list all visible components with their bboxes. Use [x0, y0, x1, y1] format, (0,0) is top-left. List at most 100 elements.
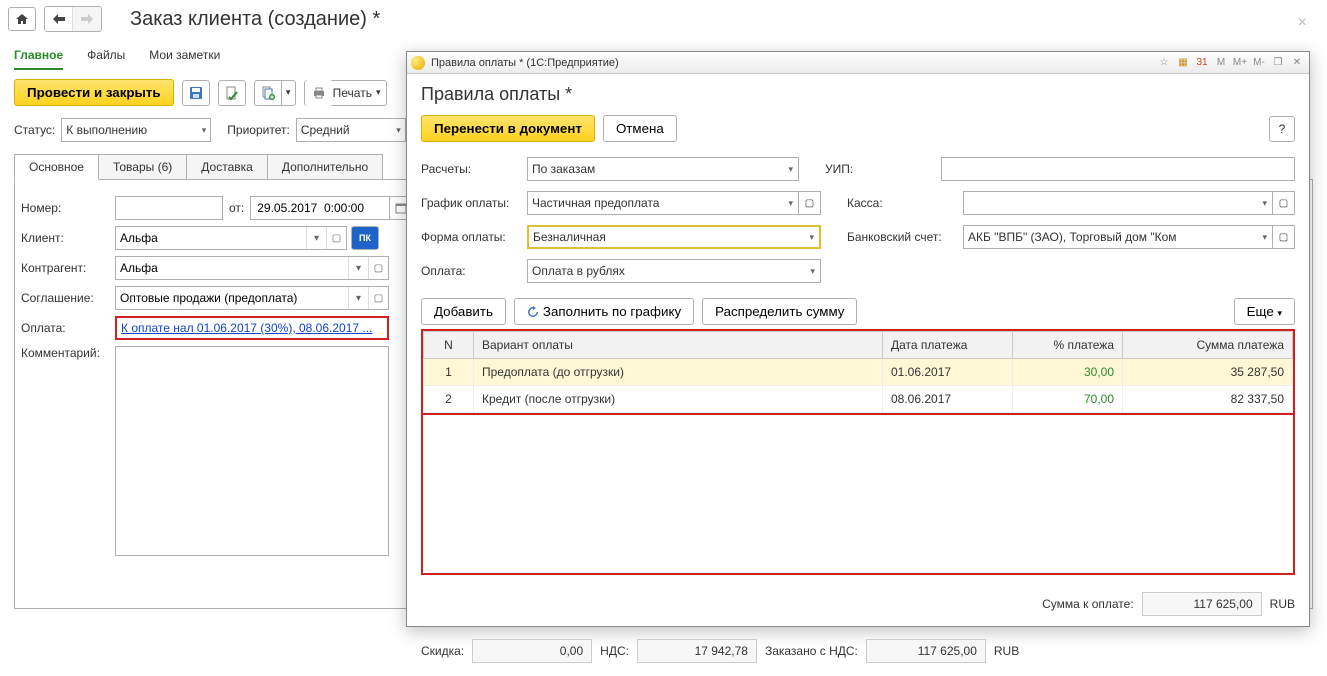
col-variant[interactable]: Вариант оплаты — [474, 332, 883, 359]
save-button[interactable] — [182, 80, 210, 106]
window-close-icon[interactable]: ✕ — [1289, 55, 1305, 71]
kassa-open-button[interactable]: ▢ — [1273, 191, 1295, 215]
priority-select[interactable]: Средний▾ — [296, 118, 406, 142]
oplata-link[interactable]: К оплате нал 01.06.2017 (30%), 08.06.201… — [121, 321, 372, 335]
priority-label: Приоритет: — [227, 123, 290, 137]
nav-tab-files[interactable]: Файлы — [87, 42, 125, 70]
col-pct[interactable]: % платежа — [1013, 332, 1123, 359]
oplata-label: Оплата: — [21, 321, 115, 335]
open-ref-icon[interactable]: ▢ — [368, 257, 388, 279]
bank-open-button[interactable]: ▢ — [1273, 225, 1295, 249]
tab-delivery[interactable]: Доставка — [186, 154, 268, 180]
oplata-highlight: К оплате нал 01.06.2017 (30%), 08.06.201… — [115, 316, 389, 340]
m-minus-icon[interactable]: M- — [1251, 55, 1267, 71]
tab-basic[interactable]: Основное — [14, 154, 99, 180]
col-date[interactable]: Дата платежа — [883, 332, 1013, 359]
m-plus-icon[interactable]: M+ — [1232, 55, 1248, 71]
nav-tab-main[interactable]: Главное — [14, 42, 63, 70]
close-x-button[interactable]: × — [1298, 14, 1307, 32]
col-n[interactable]: N — [424, 332, 474, 359]
number-input[interactable] — [115, 196, 223, 220]
refresh-icon — [527, 306, 539, 318]
schedule-open-button[interactable]: ▢ — [799, 191, 821, 215]
nds-label: НДС: — [600, 644, 629, 658]
more-button[interactable]: Еще ▾ — [1234, 298, 1295, 325]
grid-empty-area[interactable] — [421, 415, 1295, 575]
cancel-button[interactable]: Отмена — [603, 115, 677, 142]
transfer-button[interactable]: Перенести в документ — [421, 115, 595, 142]
comment-textarea[interactable] — [115, 346, 389, 556]
table-row[interactable]: 1 Предоплата (до отгрузки) 01.06.2017 30… — [424, 359, 1293, 386]
payment-form-select[interactable]: Безналичная▾ — [527, 225, 821, 249]
chevron-down-icon[interactable]: ▾ — [348, 287, 368, 309]
open-ref-icon[interactable]: ▢ — [326, 227, 346, 249]
payment-rules-dialog: Правила оплаты * (1С:Предприятие) ☆ ▦ 31… — [406, 51, 1310, 627]
chevron-down-icon: ▾ — [396, 125, 401, 136]
chevron-down-icon[interactable]: ▾ — [348, 257, 368, 279]
calc-select[interactable]: По заказам▾ — [527, 157, 799, 181]
ordered-value: 117 625,00 — [866, 639, 986, 663]
dlg-oplata-select[interactable]: Оплата в рублях▾ — [527, 259, 821, 283]
post-button[interactable] — [218, 80, 246, 106]
home-button[interactable] — [8, 7, 36, 31]
nav-tab-notes[interactable]: Мои заметки — [149, 42, 220, 70]
agreement-label: Соглашение: — [21, 291, 115, 305]
client-input[interactable]: ▾ ▢ — [115, 226, 347, 250]
ordered-label: Заказано с НДС: — [765, 644, 858, 658]
post-and-close-button[interactable]: Провести и закрыть — [14, 79, 174, 106]
total-label: Сумма к оплате: — [1042, 597, 1134, 611]
client-card-button[interactable]: ПК — [351, 226, 379, 250]
comment-label: Комментарий: — [21, 346, 115, 360]
doc-plus-icon — [261, 86, 275, 100]
agreement-input[interactable]: ▾ ▢ — [115, 286, 389, 310]
calc-icon[interactable]: ▦ — [1175, 55, 1191, 71]
contragent-label: Контрагент: — [21, 261, 115, 275]
col-sum[interactable]: Сумма платежа — [1123, 332, 1293, 359]
uip-label: УИП: — [825, 162, 935, 176]
uip-input[interactable] — [941, 157, 1295, 181]
back-button[interactable] — [45, 7, 73, 31]
form-label: Форма оплаты: — [421, 230, 521, 244]
dlg-oplata-label: Оплата: — [421, 264, 521, 278]
distribute-button[interactable]: Распределить сумму — [702, 298, 857, 325]
print-label: Печать — [333, 86, 372, 100]
save-icon — [189, 86, 203, 100]
discount-label: Скидка: — [421, 644, 464, 658]
chevron-down-icon: ▾ — [202, 125, 207, 136]
chevron-down-icon: ▾ — [788, 198, 793, 209]
contragent-input[interactable]: ▾ ▢ — [115, 256, 389, 280]
nds-value: 17 942,78 — [637, 639, 757, 663]
favorite-icon[interactable]: ☆ — [1156, 55, 1172, 71]
create-based-on-caret[interactable]: ▾ — [282, 80, 296, 106]
create-based-on-button[interactable] — [254, 80, 282, 106]
kassa-select[interactable]: ▾ — [963, 191, 1273, 215]
tab-goods[interactable]: Товары (6) — [98, 154, 187, 180]
arrow-left-icon — [53, 14, 65, 24]
tab-additional[interactable]: Дополнительно — [267, 154, 383, 180]
add-button[interactable]: Добавить — [421, 298, 506, 325]
calendar-small-icon[interactable]: 31 — [1194, 55, 1210, 71]
table-row[interactable]: 2 Кредит (после отгрузки) 08.06.2017 70,… — [424, 386, 1293, 413]
date-input[interactable] — [250, 196, 390, 220]
chevron-down-icon[interactable]: ▾ — [306, 227, 326, 249]
fill-by-schedule-button[interactable]: Заполнить по графику — [514, 298, 694, 325]
help-button[interactable]: ? — [1269, 116, 1295, 142]
chevron-down-icon: ▾ — [1262, 198, 1267, 209]
payments-grid[interactable]: N Вариант оплаты Дата платежа % платежа … — [421, 329, 1295, 415]
discount-value: 0,00 — [472, 639, 592, 663]
m-icon[interactable]: M — [1213, 55, 1229, 71]
number-label: Номер: — [21, 201, 115, 215]
window-restore-icon[interactable]: ❐ — [1270, 55, 1286, 71]
dialog-window-title: Правила оплаты * (1С:Предприятие) — [431, 57, 619, 69]
total-currency: RUB — [1270, 597, 1295, 611]
bottom-totals: Скидка: 0,00 НДС: 17 942,78 Заказано с Н… — [406, 630, 1310, 672]
bottom-currency: RUB — [994, 644, 1019, 658]
home-icon — [15, 12, 29, 26]
status-select[interactable]: К выполнению▾ — [61, 118, 211, 142]
print-button[interactable]: Печать ▾ — [304, 80, 388, 106]
schedule-select[interactable]: Частичная предоплата▾ — [527, 191, 799, 215]
bank-select[interactable]: АКБ "ВПБ" (ЗАО), Торговый дом "Ком▾ — [963, 225, 1273, 249]
dialog-heading: Правила оплаты * — [421, 84, 1295, 105]
chevron-down-icon: ▾ — [809, 232, 814, 243]
open-ref-icon[interactable]: ▢ — [368, 287, 388, 309]
